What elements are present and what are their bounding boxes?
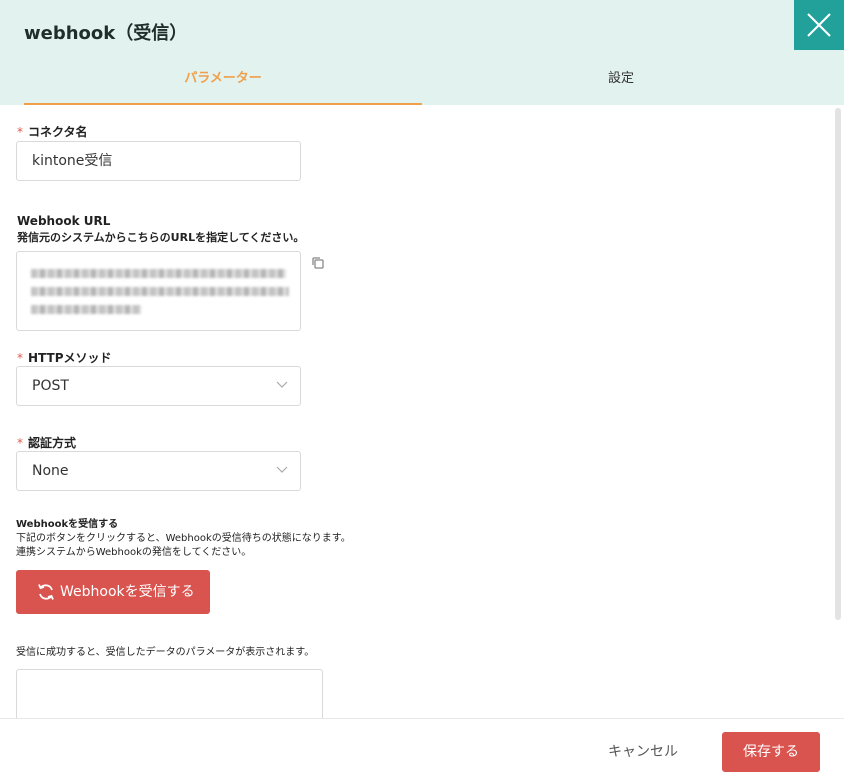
required-mark: * <box>17 125 23 139</box>
receive-description-line2: 連携システムからWebhookの発信をしてください。 <box>16 547 252 558</box>
cancel-button[interactable]: キャンセル <box>595 738 691 766</box>
dialog-header: webhook（受信） パラメーター 設定 <box>0 0 844 105</box>
result-description: 受信に成功すると、受信したデータのパラメータが表示されます。 <box>16 647 315 658</box>
http-method-label: * HTTPメソッド <box>17 351 112 365</box>
refresh-icon <box>38 584 54 600</box>
form-content: * コネクタ名 kintone受信 Webhook URL 発信元のシステムからこ… <box>0 105 834 718</box>
chevron-down-icon <box>276 466 288 473</box>
dialog-footer: キャンセル 保存する <box>0 718 844 783</box>
http-method-select[interactable]: POST <box>16 366 301 406</box>
receive-webhook-button-label: Webhookを受信する <box>60 584 195 600</box>
save-button[interactable]: 保存する <box>722 732 820 772</box>
required-mark: * <box>17 351 23 365</box>
dialog-title: webhook（受信） <box>24 23 188 44</box>
http-method-value: POST <box>32 378 69 394</box>
chevron-down-icon <box>276 381 288 388</box>
auth-method-value: None <box>32 463 69 479</box>
received-parameters-box <box>16 669 323 718</box>
tab-settings[interactable]: 設定 <box>422 68 820 105</box>
scrollbar[interactable] <box>835 108 841 620</box>
webhook-url-label: Webhook URL <box>17 214 111 228</box>
close-button[interactable] <box>794 0 844 50</box>
webhook-url-field[interactable] <box>16 251 301 331</box>
copy-icon[interactable] <box>311 255 325 274</box>
close-icon <box>807 13 831 37</box>
receive-description-line1: 下記のボタンをクリックすると、Webhookの受信待ちの状態になります。 <box>16 533 351 544</box>
auth-method-select[interactable]: None <box>16 451 301 491</box>
connector-name-input[interactable]: kintone受信 <box>16 141 301 181</box>
webhook-url-description: 発信元のシステムからこちらのURLを指定してください。 <box>17 231 305 244</box>
required-mark: * <box>17 436 23 450</box>
connector-name-label: * コネクタ名 <box>17 125 88 139</box>
auth-method-label: * 認証方式 <box>17 436 77 450</box>
tab-parameters[interactable]: パラメーター <box>24 68 422 105</box>
receive-webhook-button[interactable]: Webhookを受信する <box>16 570 210 614</box>
receive-heading: Webhookを受信する <box>16 519 119 530</box>
